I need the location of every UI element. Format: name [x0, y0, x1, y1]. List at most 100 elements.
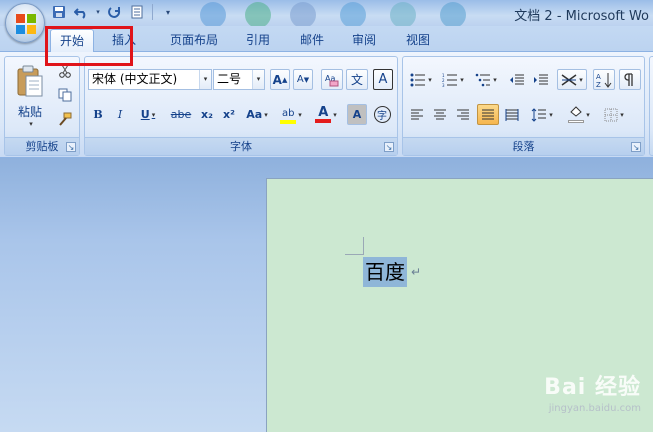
justify-button[interactable] — [477, 104, 499, 125]
undo-dropdown-icon[interactable]: ▾ — [94, 3, 102, 21]
text-highlight-button[interactable]: ab ▾ — [275, 104, 307, 125]
shading-button[interactable]: ▾ — [563, 104, 595, 125]
selected-text[interactable]: 百度 — [363, 257, 407, 287]
line-spacing-button[interactable]: ▾ — [527, 104, 557, 125]
distributed-icon — [505, 108, 519, 121]
subscript-button[interactable]: x₂ — [197, 104, 217, 125]
change-case-button[interactable]: Aa ▾ — [243, 104, 271, 125]
line-spacing-icon — [531, 107, 547, 122]
show-formatting-button[interactable] — [619, 69, 641, 90]
line-spacing-dropdown-icon: ▾ — [549, 110, 553, 119]
clear-formatting-button[interactable]: Aa — [321, 69, 343, 90]
bullets-button[interactable]: ▾ — [407, 69, 435, 90]
copy-button[interactable] — [55, 85, 75, 105]
clipboard-group: 粘贴 ▾ 剪贴板 ↘ — [4, 56, 80, 156]
styles-group-partial — [649, 56, 653, 156]
font-color-label: A — [318, 105, 329, 120]
font-size-combo[interactable]: 二号 ▾ — [213, 69, 265, 90]
bold-button[interactable]: B — [89, 104, 107, 125]
character-shading-button[interactable]: A — [347, 104, 367, 125]
margin-corner-mark — [363, 237, 364, 255]
increase-indent-button[interactable] — [531, 69, 551, 90]
subscript-label: x₂ — [201, 108, 213, 121]
phonetic-guide-button[interactable]: 文 — [346, 69, 368, 90]
tab-page-layout[interactable]: 页面布局 — [160, 29, 228, 52]
title-bar-background — [190, 0, 490, 26]
office-button[interactable] — [5, 3, 45, 43]
borders-dropdown-icon: ▾ — [620, 110, 624, 119]
customize-qat-icon[interactable]: ▾ — [159, 3, 177, 21]
underline-label: U — [140, 108, 150, 121]
enclose-characters-button[interactable]: 字 — [372, 104, 392, 125]
document-area: 百度 ↵ Bai 经验 jingyan.baidu.com — [0, 158, 653, 432]
title-bar: ▾ ▾ 文档 2 - Microsoft Wo — [0, 0, 653, 26]
font-color-dropdown-icon: ▾ — [333, 110, 337, 119]
watermark: Bai 经验 jingyan.baidu.com — [544, 369, 641, 414]
clipboard-launcher-icon[interactable]: ↘ — [66, 142, 76, 152]
bullets-icon — [410, 73, 426, 86]
multilevel-dropdown-icon: ▾ — [493, 75, 497, 84]
paint-bucket-icon — [568, 106, 585, 123]
svg-text:A: A — [596, 73, 601, 81]
font-size-dropdown-icon[interactable]: ▾ — [252, 70, 264, 89]
font-color-button[interactable]: A ▾ — [311, 104, 341, 125]
underline-button[interactable]: U ▾ — [135, 104, 161, 125]
tab-mailings[interactable]: 邮件 — [292, 29, 332, 52]
numbering-button[interactable]: 1 2 3 ▾ — [439, 69, 467, 90]
shrink-font-button[interactable]: A ▼ — [293, 69, 313, 90]
multilevel-list-button[interactable]: ▾ — [471, 69, 501, 90]
print-preview-icon[interactable] — [128, 3, 146, 21]
ribbon: 粘贴 ▾ 剪贴板 ↘ 宋体 (中文正文) ▾ 二号 ▾ A ▲ A ▼ Aa 文 A — [0, 52, 653, 158]
character-border-button[interactable]: A — [373, 69, 393, 90]
align-left-button[interactable] — [407, 104, 427, 125]
format-painter-button[interactable] — [55, 109, 75, 129]
clear-formatting-icon: Aa — [325, 74, 339, 86]
decrease-indent-button[interactable] — [507, 69, 527, 90]
paste-button[interactable]: 粘贴 ▾ — [11, 59, 49, 133]
italic-button[interactable]: I — [111, 104, 129, 125]
align-right-button[interactable] — [453, 104, 473, 125]
strikethrough-label: abe — [170, 108, 192, 121]
character-border-label: A — [378, 72, 388, 87]
increase-indent-icon — [534, 74, 548, 84]
svg-text:3: 3 — [442, 83, 445, 87]
chinese-layout-icon — [561, 73, 577, 86]
superscript-label: x² — [223, 108, 235, 121]
strikethrough-button[interactable]: abe — [169, 104, 193, 125]
borders-button[interactable]: ▾ — [599, 104, 629, 125]
paragraph-group: ▾ 1 2 3 ▾ ▾ ▾ AZ ▾ ▾ ▾ 段落 ↘ — [402, 56, 645, 156]
tab-view[interactable]: 视图 — [398, 29, 438, 52]
highlight-label: ab — [281, 107, 295, 119]
window-title: 文档 2 - Microsoft Wo — [514, 9, 649, 24]
align-center-button[interactable] — [430, 104, 450, 125]
sort-icon: AZ — [596, 72, 612, 88]
align-right-icon — [457, 109, 469, 119]
undo-icon[interactable] — [72, 3, 90, 21]
paragraph-launcher-icon[interactable]: ↘ — [631, 142, 641, 152]
font-color-icon: A — [315, 105, 332, 123]
sort-button[interactable]: AZ — [593, 69, 615, 90]
brush-icon — [59, 112, 72, 126]
bullets-dropdown-icon: ▾ — [428, 75, 432, 84]
save-icon[interactable] — [50, 3, 68, 21]
font-name-dropdown-icon[interactable]: ▾ — [199, 70, 211, 89]
tab-references[interactable]: 引用 — [238, 29, 278, 52]
watermark-url: jingyan.baidu.com — [548, 403, 641, 414]
bold-label: B — [93, 108, 103, 121]
chinese-layout-button[interactable]: ▾ — [557, 69, 587, 90]
red-highlight-box — [45, 26, 133, 66]
margin-corner-mark — [345, 254, 363, 255]
pilcrow-icon — [624, 72, 633, 86]
distributed-button[interactable] — [502, 104, 522, 125]
office-logo-icon — [16, 14, 36, 34]
font-size-value: 二号 — [217, 72, 242, 86]
grow-font-button[interactable]: A ▲ — [270, 69, 290, 90]
align-center-icon — [434, 109, 446, 119]
font-name-combo[interactable]: 宋体 (中文正文) ▾ — [88, 69, 212, 90]
tab-review[interactable]: 审阅 — [344, 29, 384, 52]
numbering-dropdown-icon: ▾ — [460, 75, 464, 84]
redo-icon[interactable] — [106, 3, 124, 21]
enclose-characters-label: 字 — [377, 111, 387, 122]
font-launcher-icon[interactable]: ↘ — [384, 142, 394, 152]
superscript-button[interactable]: x² — [219, 104, 239, 125]
